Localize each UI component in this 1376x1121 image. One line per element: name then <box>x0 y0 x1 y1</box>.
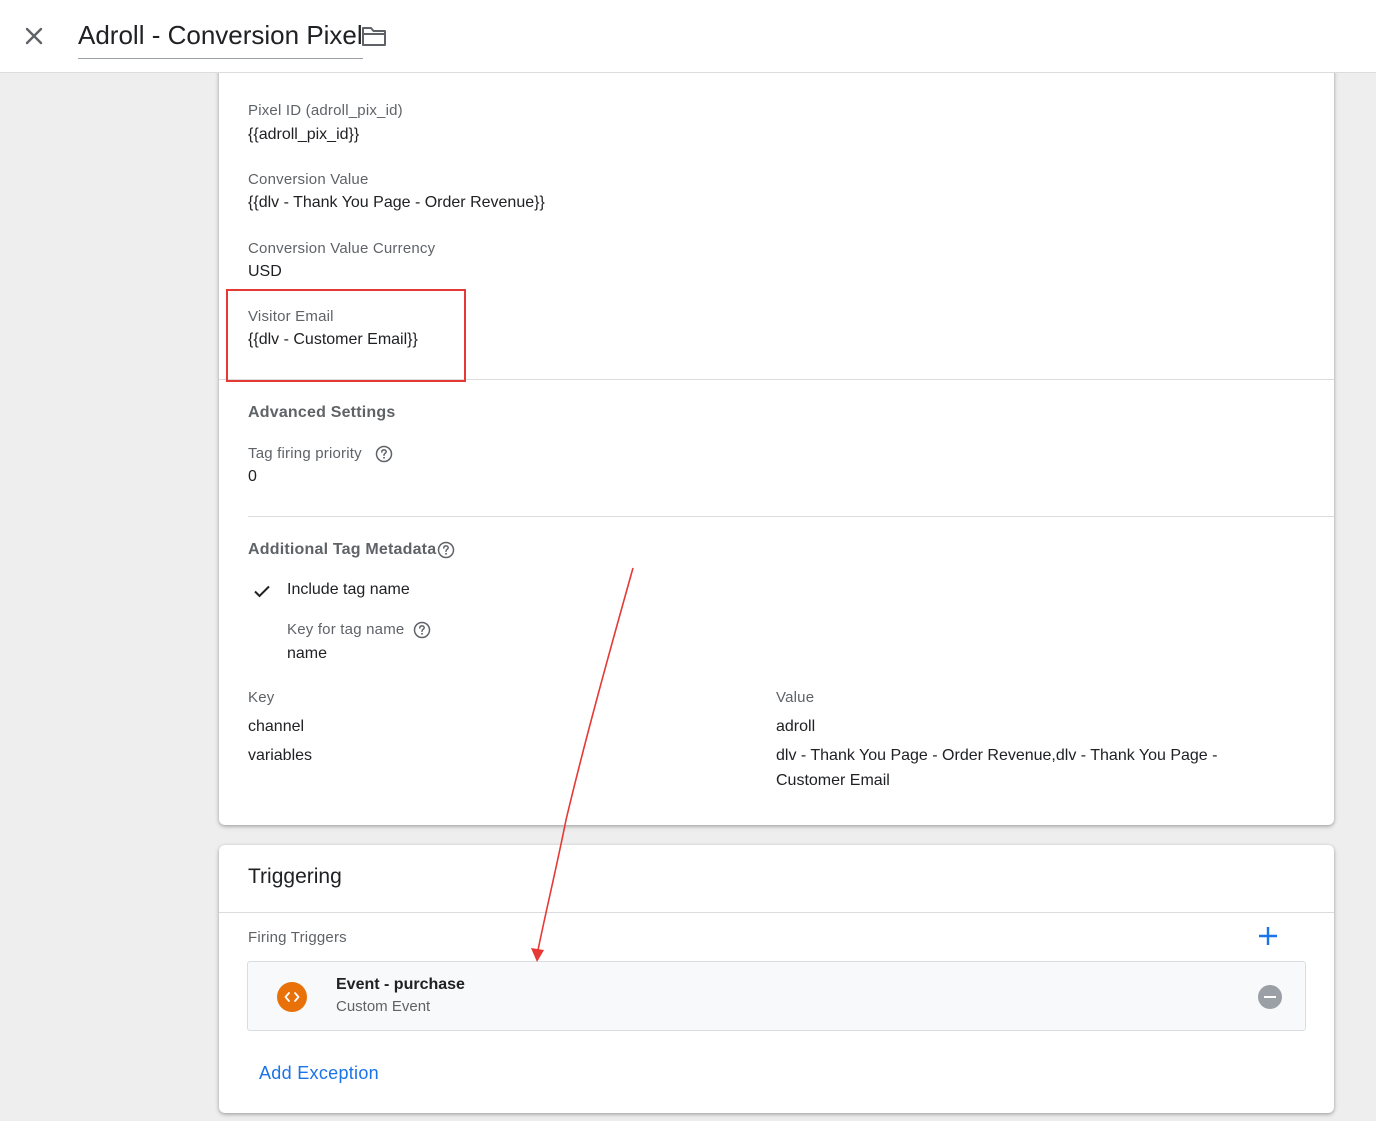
custom-event-icon <box>277 982 307 1012</box>
help-icon[interactable] <box>375 445 393 463</box>
close-icon[interactable] <box>20 22 48 50</box>
tag-configuration-card: Pixel ID (adroll_pix_id) {{adroll_pix_id… <box>219 60 1334 825</box>
firing-triggers-label: Firing Triggers <box>248 929 347 946</box>
help-icon[interactable] <box>437 541 455 559</box>
value-column-header: Value <box>776 689 815 706</box>
tag-firing-priority-value: 0 <box>248 468 257 485</box>
trigger-type: Custom Event <box>336 998 431 1015</box>
add-exception-button[interactable]: Add Exception <box>259 1063 379 1084</box>
metadata-value: dlv - Thank You Page - Order Revenue,dlv… <box>776 747 1218 764</box>
currency-label: Conversion Value Currency <box>248 240 436 257</box>
remove-trigger-icon[interactable] <box>1258 985 1282 1009</box>
pixel-id-label: Pixel ID (adroll_pix_id) <box>248 102 403 119</box>
visitor-email-label: Visitor Email <box>248 308 334 325</box>
metadata-key: variables <box>248 747 313 764</box>
section-divider <box>248 516 1334 517</box>
check-icon[interactable] <box>253 582 271 600</box>
folder-icon[interactable] <box>360 23 388 49</box>
additional-metadata-heading: Additional Tag Metadata <box>248 541 437 558</box>
metadata-key: channel <box>248 718 305 735</box>
add-trigger-plus-icon[interactable] <box>1257 925 1279 947</box>
visitor-email-value: {{dlv - Customer Email}} <box>248 331 418 348</box>
include-tag-name-label[interactable]: Include tag name <box>287 581 410 599</box>
key-for-tag-name-value: name <box>287 645 328 662</box>
trigger-name: Event - purchase <box>336 976 465 993</box>
tag-title[interactable]: Adroll - Conversion Pixel <box>78 18 363 59</box>
header-bar: Adroll - Conversion Pixel <box>0 0 1376 73</box>
advanced-settings-heading: Advanced Settings <box>248 404 396 421</box>
conversion-value-label: Conversion Value <box>248 171 369 188</box>
key-for-tag-name-label: Key for tag name <box>287 621 405 638</box>
metadata-value: Customer Email <box>776 772 890 789</box>
pixel-id-value: {{adroll_pix_id}} <box>248 126 360 143</box>
help-icon[interactable] <box>413 621 431 639</box>
triggering-card: Triggering Firing Triggers Event - purch… <box>219 845 1334 1113</box>
currency-value: USD <box>248 263 282 280</box>
trigger-row[interactable]: Event - purchase Custom Event <box>247 961 1306 1031</box>
metadata-value: adroll <box>776 718 816 735</box>
triggering-heading: Triggering <box>248 865 342 888</box>
section-divider <box>219 912 1334 913</box>
section-divider <box>219 379 1334 380</box>
conversion-value-value: {{dlv - Thank You Page - Order Revenue}} <box>248 194 545 211</box>
key-column-header: Key <box>248 689 275 706</box>
tag-firing-priority-label: Tag firing priority <box>248 445 362 462</box>
